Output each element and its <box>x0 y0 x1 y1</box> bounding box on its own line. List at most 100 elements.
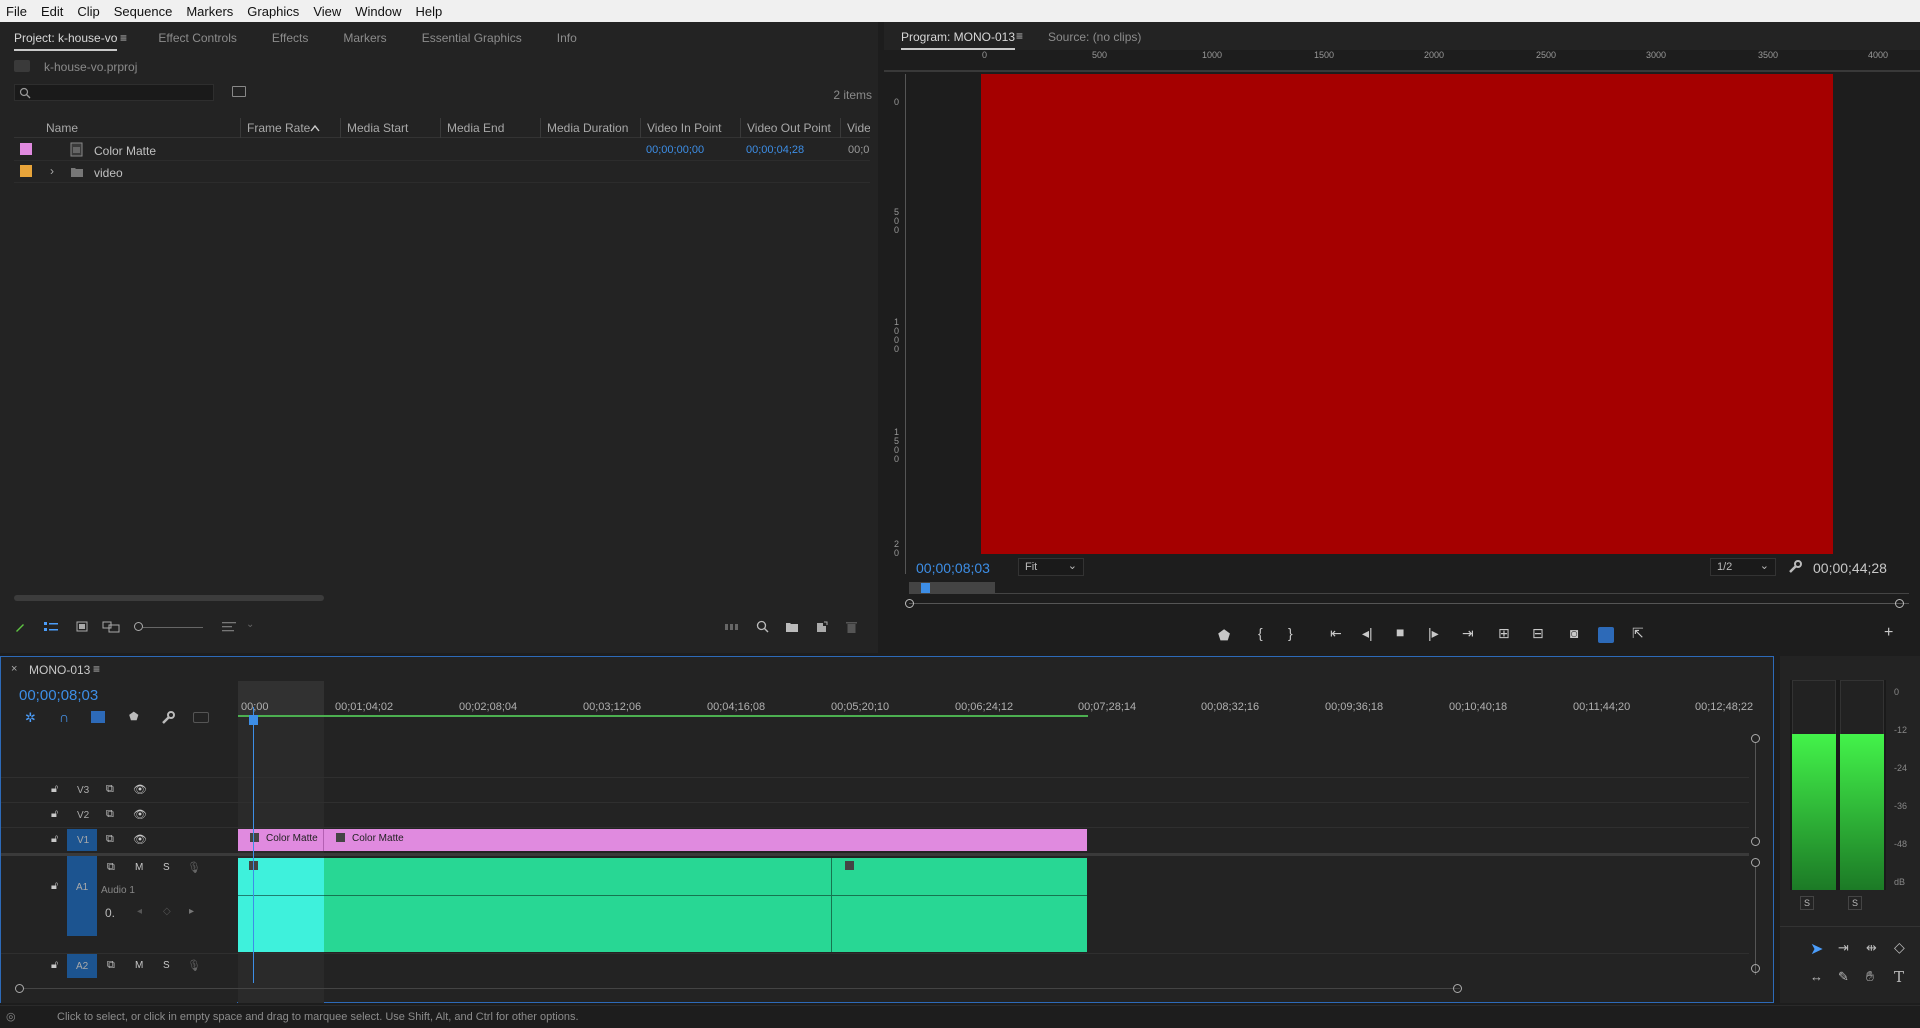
go-to-out-icon[interactable]: ⇥ <box>1462 625 1474 642</box>
timeline-clip[interactable]: Color Matte <box>324 829 1087 851</box>
tab-markers[interactable]: Markers <box>343 31 386 45</box>
col-name[interactable]: Name <box>40 118 240 138</box>
zoom-slider[interactable] <box>134 621 203 633</box>
menu-window[interactable]: Window <box>355 4 401 19</box>
list-item[interactable]: › video <box>14 161 870 183</box>
scroll-handle[interactable] <box>1751 734 1760 743</box>
lock-icon[interactable]: 🔓︎ <box>51 808 58 821</box>
hand-tool-icon[interactable]: ✋︎ <box>1866 968 1874 985</box>
track-v2[interactable]: 🔓︎ V2 ⧉ 👁︎ <box>1 803 237 827</box>
microphone-icon[interactable]: 🎙︎ <box>187 959 201 972</box>
solo-button[interactable]: S <box>163 960 170 971</box>
eye-icon[interactable]: 👁︎ <box>133 833 147 846</box>
mark-out-icon[interactable]: } <box>1288 625 1293 641</box>
export-icon[interactable]: ⇱ <box>1632 625 1644 642</box>
add-button-icon[interactable]: + <box>1884 624 1893 642</box>
mute-button[interactable]: M <box>135 862 143 873</box>
menu-view[interactable]: View <box>313 4 341 19</box>
track-name[interactable]: A1 <box>76 882 88 893</box>
resolution-dropdown[interactable]: 1/2 ⌄ <box>1710 558 1776 576</box>
item-out-point[interactable]: 00;00;04;28 <box>746 144 804 156</box>
menu-markers[interactable]: Markers <box>186 4 233 19</box>
extract-icon[interactable]: ⊟ <box>1532 625 1544 642</box>
tab-effects[interactable]: Effects <box>272 31 308 45</box>
track-a2[interactable]: 🔓︎ A2 ⧉ M S 🎙︎ <box>1 954 237 978</box>
volume-rubberband[interactable] <box>324 895 1087 896</box>
razor-tool-icon[interactable]: ◇ <box>1894 939 1905 956</box>
sync-lock-icon[interactable]: ⧉ <box>106 783 114 796</box>
item-in-point[interactable]: 00;00;00;00 <box>646 144 704 156</box>
find-icon[interactable] <box>756 620 769 633</box>
icon-view-icon[interactable] <box>76 621 88 633</box>
trash-icon[interactable] <box>846 621 857 633</box>
label-color-swatch[interactable] <box>20 165 32 177</box>
mark-in-icon[interactable]: { <box>1258 625 1263 641</box>
lift-icon[interactable]: ⊞ <box>1498 625 1510 642</box>
col-video-out[interactable]: Video Out Point <box>740 118 840 138</box>
slip-tool-icon[interactable]: ↔ <box>1810 969 1823 984</box>
automate-to-sequence-icon[interactable] <box>724 621 740 633</box>
tab-project[interactable]: Project: k-house-vo <box>14 31 118 51</box>
playhead[interactable] <box>921 583 930 593</box>
tab-effect-controls[interactable]: Effect Controls <box>158 31 236 45</box>
export-frame-icon[interactable]: ◙ <box>1570 625 1578 641</box>
ripple-edit-tool-icon[interactable]: ⇹ <box>1866 940 1877 956</box>
volume-rubberband[interactable] <box>238 895 324 896</box>
track-v3[interactable]: 🔓︎ V3 ⧉ 👁︎ <box>1 778 237 802</box>
next-keyframe-icon[interactable]: ▸ <box>189 906 194 917</box>
item-name[interactable]: video <box>94 166 123 180</box>
playhead-line[interactable] <box>253 707 254 983</box>
selection-tool-icon[interactable]: ➤ <box>1810 939 1823 959</box>
col-media-end[interactable]: Media End <box>440 118 540 138</box>
new-bin-icon[interactable] <box>785 621 799 633</box>
go-to-in-icon[interactable]: ⇤ <box>1330 625 1342 642</box>
sort-dropdown-chevron-icon[interactable]: ⌄ <box>246 619 254 630</box>
freeform-view-icon[interactable] <box>102 621 120 633</box>
track-v1[interactable]: 🔓︎ V1 ⧉ 👁︎ <box>1 828 237 852</box>
track-name[interactable]: V3 <box>77 785 89 796</box>
lock-icon[interactable]: 🔓︎ <box>51 783 58 796</box>
pencil-icon[interactable] <box>14 621 26 633</box>
scroll-handle[interactable] <box>1751 964 1760 973</box>
col-frame-rate[interactable]: Frame Rate <box>240 118 340 138</box>
scroll-handle[interactable] <box>1751 837 1760 846</box>
clip-edit-point[interactable] <box>831 858 832 952</box>
program-timecode[interactable]: 00;00;08;03 <box>916 560 990 576</box>
list-view-icon[interactable] <box>44 621 58 633</box>
playhead[interactable] <box>249 715 258 725</box>
tab-essential-graphics[interactable]: Essential Graphics <box>422 31 522 45</box>
video-audio-divider[interactable] <box>1 853 1749 856</box>
track-name[interactable]: V1 <box>77 835 89 846</box>
type-tool-icon[interactable]: T <box>1894 968 1904 986</box>
menu-graphics[interactable]: Graphics <box>247 4 299 19</box>
solo-right-button[interactable]: S <box>1848 896 1862 910</box>
tab-program[interactable]: Program: MONO-013 <box>901 30 1016 50</box>
pen-tool-icon[interactable]: ✎ <box>1838 969 1849 985</box>
eye-icon[interactable]: 👁︎ <box>133 808 147 821</box>
audio-track-name[interactable]: Audio 1 <box>101 885 135 896</box>
col-video-more[interactable]: Vide <box>840 118 870 138</box>
timeline-clip[interactable] <box>238 858 324 952</box>
new-item-icon[interactable] <box>816 621 828 633</box>
timeline-clip[interactable]: Color Matte <box>238 829 324 851</box>
sync-lock-icon[interactable]: ⧉ <box>106 808 114 821</box>
menu-file[interactable]: File <box>6 4 27 19</box>
lock-icon[interactable]: 🔓︎ <box>51 833 58 846</box>
settings-wrench-icon[interactable] <box>1788 560 1802 574</box>
fit-dropdown[interactable]: Fit ⌄ <box>1018 558 1084 576</box>
col-media-start[interactable]: Media Start <box>340 118 440 138</box>
track-select-tool-icon[interactable]: ⇥ <box>1838 940 1849 956</box>
sync-lock-icon[interactable]: ⧉ <box>107 959 115 972</box>
mute-button[interactable]: M <box>135 960 143 971</box>
prev-keyframe-icon[interactable]: ◂ <box>137 906 142 917</box>
list-item[interactable]: Color Matte 00;00;00;00 00;00;04;28 00;0 <box>14 139 870 161</box>
menu-edit[interactable]: Edit <box>41 4 63 19</box>
solo-button[interactable]: S <box>163 862 170 873</box>
add-marker-icon[interactable]: ⬟ <box>1218 627 1230 644</box>
comparison-view-icon[interactable] <box>1598 627 1614 643</box>
volume-value[interactable]: 0. <box>105 906 115 920</box>
sync-lock-icon[interactable]: ⧉ <box>106 833 114 846</box>
scroll-handle-right[interactable] <box>1895 599 1904 608</box>
col-video-in[interactable]: Video In Point <box>640 118 740 138</box>
lock-icon[interactable]: 🔓︎ <box>51 959 58 972</box>
